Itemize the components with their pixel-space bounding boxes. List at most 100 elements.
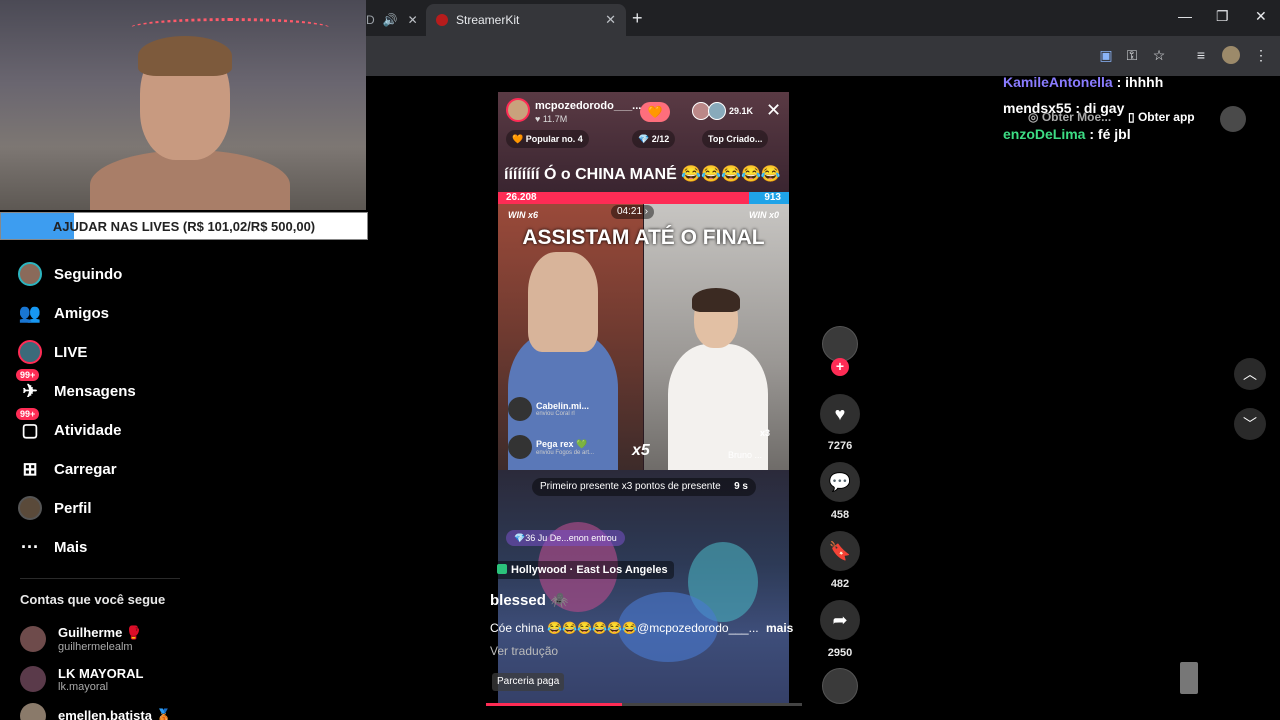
activity-badge: 99+ bbox=[16, 408, 40, 420]
tab-close-icon[interactable]: ✕ bbox=[408, 13, 418, 27]
paid-partnership-badge: Parceria paga bbox=[492, 673, 565, 691]
sidebar-item-mensagens[interactable]: ✈ 99+ Mensagens bbox=[16, 369, 136, 406]
sidebar-item-carregar[interactable]: ⊞ Carregar bbox=[18, 454, 117, 484]
gift-notification: Cabelin.mi... enviou Coral rl bbox=[508, 396, 589, 422]
opponent-name[interactable]: Bruno ... bbox=[728, 450, 762, 460]
floating-widget[interactable] bbox=[1180, 662, 1198, 694]
gift-goal-count: 2/12 bbox=[651, 134, 670, 144]
pk-score-bar: 26.208 913 bbox=[498, 192, 789, 204]
following-section-title: Contas que você segue bbox=[20, 592, 166, 607]
new-tab-button[interactable]: + bbox=[632, 8, 643, 29]
top-creators-badge[interactable]: Top Criado... bbox=[702, 130, 769, 148]
browser-profile-avatar[interactable] bbox=[1222, 46, 1240, 64]
comment-button[interactable]: 💬 bbox=[820, 462, 860, 502]
phone-icon: ▯ bbox=[1128, 110, 1138, 124]
save-count: 482 bbox=[830, 578, 850, 590]
tab-close-icon[interactable]: ✕ bbox=[605, 12, 616, 28]
activity-icon: ▢ 99+ bbox=[16, 408, 42, 442]
next-video-button[interactable]: ﹀ bbox=[1234, 408, 1266, 440]
following-account[interactable]: Guilherme 🥊 guilhermelealm bbox=[20, 621, 142, 657]
close-icon[interactable]: ✕ bbox=[766, 100, 781, 121]
sidebar-item-label: LIVE bbox=[54, 343, 88, 361]
sidebar-item-amigos[interactable]: 👥 Amigos bbox=[18, 298, 109, 328]
follow-plus-button[interactable]: + bbox=[831, 358, 849, 376]
viewer-count: 29.1K bbox=[729, 106, 754, 116]
get-app-button[interactable]: ▯ Obter app bbox=[1128, 110, 1195, 124]
speaker-icon[interactable]: 🔊 bbox=[383, 13, 398, 27]
media-control-icon[interactable]: ≡ bbox=[1192, 46, 1210, 64]
restore-icon[interactable]: ❐ bbox=[1216, 8, 1229, 25]
streamer-hair bbox=[138, 36, 232, 76]
gift-sender: Pega rex 💚 bbox=[536, 438, 588, 449]
sidebar-divider bbox=[20, 578, 180, 579]
gift-multiplier-left: x5 bbox=[632, 442, 650, 459]
chat-text: : di gay bbox=[1071, 100, 1125, 116]
pk-timer[interactable]: 04:21 › bbox=[611, 205, 655, 219]
sidebar-item-label: Atividade bbox=[54, 421, 122, 439]
sidebar-item-label: Mais bbox=[54, 538, 88, 556]
sidebar-item-label: Carregar bbox=[54, 460, 117, 478]
video-progress-bar[interactable] bbox=[486, 703, 802, 706]
gift-boost-banner: Primeiro presente x3 pontos de presente … bbox=[532, 478, 756, 496]
sidebar-item-mais[interactable]: ··· Mais bbox=[18, 532, 87, 562]
sidebar-item-atividade[interactable]: ▢ 99+ Atividade bbox=[16, 408, 122, 445]
fairy-lights bbox=[130, 18, 330, 38]
comment-icon: 💬 bbox=[828, 472, 852, 492]
key-icon[interactable]: ⚿ bbox=[1123, 46, 1141, 64]
star-icon[interactable]: ☆ bbox=[1150, 46, 1168, 64]
popular-rank-badge[interactable]: 🧡 Popular no. 4 bbox=[506, 130, 589, 148]
chevron-down-icon: ﹀ bbox=[1243, 416, 1257, 432]
user-avatar[interactable] bbox=[1220, 106, 1246, 132]
video-description: Cóe china 😂😂😂😂😂😂@mcpozedorodo___... bbox=[490, 621, 759, 635]
location-tag[interactable]: Hollywood · East Los Angeles bbox=[491, 561, 674, 579]
save-button[interactable]: 🔖 bbox=[820, 531, 860, 571]
gift-boost-seconds: 9 s bbox=[734, 481, 748, 492]
live-video-player[interactable]: mcpozedorodo___... ♥ 11.7M 🧡 29.1K ✕ 🧡 P… bbox=[498, 92, 789, 704]
messages-icon: ✈ 99+ bbox=[16, 369, 42, 403]
sidebar-item-live[interactable]: LIVE bbox=[18, 337, 87, 367]
win-streak-right: WIN x0 bbox=[749, 210, 780, 220]
translate-link[interactable]: Ver tradução bbox=[490, 644, 558, 658]
cast-icon[interactable]: ▣ bbox=[1097, 46, 1115, 64]
bookmark-icon: 🔖 bbox=[828, 541, 852, 561]
tab-inactive[interactable]: D 🔊 ✕ bbox=[366, 4, 424, 36]
tab-streamerkit[interactable]: StreamerKit ✕ bbox=[426, 4, 626, 36]
avatar bbox=[508, 397, 532, 421]
more-icon: ··· bbox=[21, 536, 39, 557]
host-avatar[interactable] bbox=[506, 98, 530, 122]
account-name: Guilherme 🥊 bbox=[58, 625, 143, 640]
following-account[interactable]: emellen.batista 🥉 bbox=[20, 698, 172, 720]
like-button[interactable]: ♥ bbox=[820, 394, 860, 434]
more-link[interactable]: mais bbox=[766, 621, 793, 635]
gift-goal-badge[interactable]: 💎 2/12 bbox=[632, 130, 676, 148]
comment-count: 458 bbox=[830, 509, 850, 521]
chat-text: : ihhhh bbox=[1112, 74, 1164, 90]
avatar bbox=[20, 703, 46, 720]
profile-icon bbox=[18, 496, 42, 520]
viewer-entered-notice: 💎36 Ju De...enon entrou bbox=[506, 530, 625, 546]
host-name[interactable]: mcpozedorodo___... bbox=[535, 100, 641, 112]
sidebar-item-perfil[interactable]: Perfil bbox=[18, 493, 92, 523]
right-streamer-hair bbox=[692, 288, 740, 312]
follow-heart-button[interactable]: 🧡 bbox=[640, 102, 670, 122]
close-window-icon[interactable]: ✕ bbox=[1255, 8, 1267, 25]
friends-icon: 👥 bbox=[18, 302, 42, 323]
share-button[interactable]: ➦ bbox=[820, 600, 860, 640]
messages-badge: 99+ bbox=[16, 369, 40, 381]
minimize-icon[interactable]: — bbox=[1178, 8, 1192, 24]
following-account[interactable]: LK MAYORAL lk.mayoral bbox=[20, 661, 143, 697]
browser-menu-icon[interactable]: ⋮ bbox=[1252, 46, 1270, 64]
gift-description: enviou Coral rl bbox=[536, 411, 575, 417]
like-count: 7276 bbox=[827, 440, 853, 452]
video-title: blessed 🕷️ bbox=[490, 592, 569, 609]
chat-message: enzoDeLima : fé jbl bbox=[1003, 126, 1131, 142]
creator-avatar[interactable] bbox=[822, 326, 858, 362]
gift-description: enviou Fogos de art... bbox=[536, 449, 595, 456]
chat-message: KamileAntonella : ihhhh bbox=[1003, 74, 1163, 90]
previous-video-button[interactable]: ︿ bbox=[1234, 358, 1266, 390]
sidebar-item-seguindo[interactable]: Seguindo bbox=[18, 259, 122, 289]
music-disc[interactable] bbox=[822, 668, 858, 704]
video-progress-fill bbox=[486, 703, 622, 706]
win-streak-left: WIN x6 bbox=[508, 210, 539, 220]
avatar bbox=[508, 435, 532, 459]
